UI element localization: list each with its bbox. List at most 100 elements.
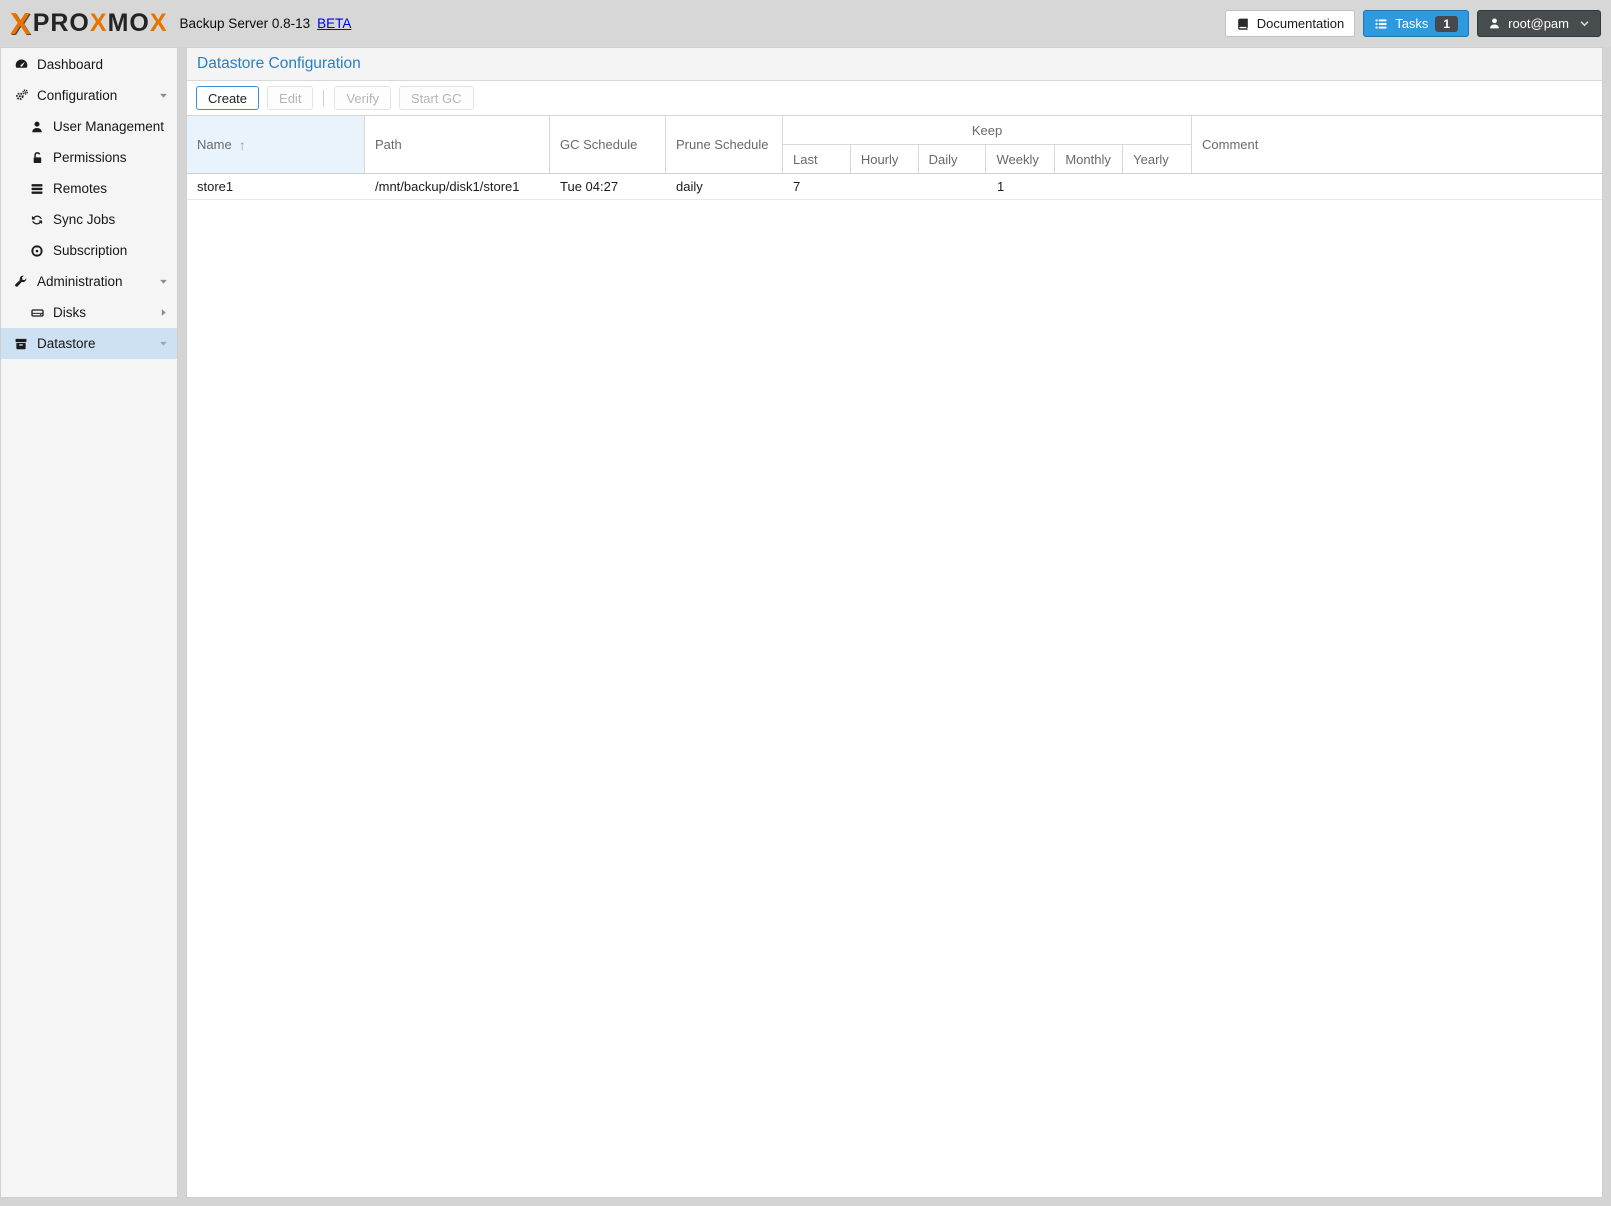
sidebar-item-label: Datastore <box>37 336 96 351</box>
sidebar-item-label: Configuration <box>37 88 117 103</box>
wordmark-segment: X <box>150 9 168 37</box>
user-icon <box>28 120 46 134</box>
server-icon <box>28 182 46 196</box>
sidebar-item-sync-jobs[interactable]: Sync Jobs <box>1 204 177 235</box>
chevron-down-icon[interactable] <box>159 339 168 348</box>
gauge-icon <box>12 57 30 72</box>
tasks-button[interactable]: Tasks 1 <box>1363 10 1469 37</box>
column-label: Daily <box>929 152 958 167</box>
chevron-down-icon[interactable] <box>159 277 168 286</box>
archive-icon <box>12 337 30 351</box>
book-icon <box>1236 17 1250 31</box>
unlock-icon <box>28 151 46 165</box>
sidebar-item-label: User Management <box>53 119 164 134</box>
column-header-name[interactable]: Name ↑ <box>187 116 365 173</box>
cell-name: store1 <box>187 179 365 194</box>
wordmark-segment: PRO <box>33 9 90 37</box>
toolbar: Create Edit Verify Start GC <box>187 81 1602 116</box>
column-group-keep-label: Keep <box>783 116 1191 145</box>
column-label: Path <box>375 137 402 152</box>
topbar-actions: Documentation Tasks 1 root@pam <box>1225 10 1601 37</box>
column-header-keep-daily[interactable]: Daily <box>919 145 987 173</box>
column-label: Comment <box>1202 137 1258 152</box>
chevron-right-icon[interactable] <box>159 308 168 317</box>
column-header-keep-yearly[interactable]: Yearly <box>1123 145 1191 173</box>
column-header-prune-schedule[interactable]: Prune Schedule <box>666 116 783 173</box>
column-header-keep-hourly[interactable]: Hourly <box>851 145 919 173</box>
panel-header: Datastore Configuration <box>187 48 1602 81</box>
table-header: Name ↑ Path GC Schedule Prune Schedule K… <box>187 116 1602 174</box>
page-title: Datastore Configuration <box>197 55 361 73</box>
sidebar-item-label: Subscription <box>53 243 127 258</box>
edit-button[interactable]: Edit <box>267 86 313 110</box>
column-label: Last <box>793 152 818 167</box>
gears-icon <box>12 88 30 103</box>
top-bar: X PROXMOX Backup Server 0.8-13 BETA Docu… <box>0 0 1611 47</box>
start-gc-button[interactable]: Start GC <box>399 86 474 110</box>
datastore-configuration-panel: Datastore Configuration Create Edit Veri… <box>186 47 1603 1198</box>
sync-icon <box>28 213 46 227</box>
verify-button[interactable]: Verify <box>334 86 391 110</box>
hdd-icon <box>28 306 46 320</box>
table-empty-area <box>187 200 1602 1197</box>
tasks-count-badge: 1 <box>1435 16 1458 32</box>
sidebar-item-label: Permissions <box>53 150 127 165</box>
sidebar-item-permissions[interactable]: Permissions <box>1 142 177 173</box>
column-label: Hourly <box>861 152 899 167</box>
documentation-button[interactable]: Documentation <box>1225 10 1355 37</box>
wrench-icon <box>12 275 30 289</box>
column-header-keep-last[interactable]: Last <box>783 145 851 173</box>
column-label: Keep <box>972 123 1002 138</box>
sidebar-item-administration[interactable]: Administration <box>1 266 177 297</box>
sidebar-item-label: Administration <box>37 274 123 289</box>
create-button[interactable]: Create <box>196 86 259 110</box>
sidebar-item-dashboard[interactable]: Dashboard <box>1 49 177 80</box>
cell-prune-schedule: daily <box>666 179 783 194</box>
sort-ascending-icon: ↑ <box>239 138 246 152</box>
proxmox-logo: X PROXMOX <box>10 8 168 39</box>
content-area: Dashboard Configuration User Management … <box>0 47 1603 1198</box>
cell-path: /mnt/backup/disk1/store1 <box>365 179 550 194</box>
user-menu-button[interactable]: root@pam <box>1477 10 1601 37</box>
sidebar-item-label: Sync Jobs <box>53 212 115 227</box>
cell-gc-schedule: Tue 04:27 <box>550 179 666 194</box>
column-label: Name <box>197 137 232 152</box>
sidebar-item-datastore[interactable]: Datastore <box>1 328 177 359</box>
toolbar-separator <box>323 90 324 106</box>
column-label: Prune Schedule <box>676 137 769 152</box>
sidebar-item-remotes[interactable]: Remotes <box>1 173 177 204</box>
sidebar-item-label: Disks <box>53 305 86 320</box>
user-label: root@pam <box>1508 16 1569 31</box>
sidebar-item-label: Remotes <box>53 181 107 196</box>
proxmox-wordmark: PROXMOX <box>33 11 168 36</box>
wordmark-segment: X <box>90 9 108 37</box>
user-icon <box>1488 17 1501 30</box>
support-icon <box>28 244 46 258</box>
cell-keep-weekly: 1 <box>987 179 1056 194</box>
column-label: GC Schedule <box>560 137 637 152</box>
task-list-icon <box>1374 17 1388 31</box>
column-group-keep: Keep Last Hourly Daily Weekly Monthly Ye… <box>783 116 1192 173</box>
sidebar-item-subscription[interactable]: Subscription <box>1 235 177 266</box>
chevron-down-icon[interactable] <box>159 91 168 100</box>
product-version-label: Backup Server 0.8-13 <box>180 16 311 31</box>
column-header-keep-monthly[interactable]: Monthly <box>1055 145 1123 173</box>
sidebar-item-configuration[interactable]: Configuration <box>1 80 177 111</box>
sidebar-item-user-management[interactable]: User Management <box>1 111 177 142</box>
column-label: Yearly <box>1133 152 1169 167</box>
column-label: Monthly <box>1065 152 1111 167</box>
documentation-label: Documentation <box>1257 16 1344 31</box>
table-row-store1[interactable]: store1 /mnt/backup/disk1/store1 Tue 04:2… <box>187 174 1602 200</box>
sidebar-item-disks[interactable]: Disks <box>1 297 177 328</box>
navigation-sidebar: Dashboard Configuration User Management … <box>0 47 178 1198</box>
column-header-gc-schedule[interactable]: GC Schedule <box>550 116 666 173</box>
wordmark-segment: MO <box>108 9 150 37</box>
tasks-label: Tasks <box>1395 16 1428 31</box>
beta-link[interactable]: BETA <box>317 16 351 31</box>
column-header-comment[interactable]: Comment <box>1192 116 1602 173</box>
column-header-path[interactable]: Path <box>365 116 550 173</box>
proxmox-x-mark-icon: X <box>10 8 31 39</box>
chevron-down-icon <box>1579 18 1590 29</box>
keep-subcolumns: Last Hourly Daily Weekly Monthly Yearly <box>783 145 1191 173</box>
column-header-keep-weekly[interactable]: Weekly <box>986 145 1055 173</box>
